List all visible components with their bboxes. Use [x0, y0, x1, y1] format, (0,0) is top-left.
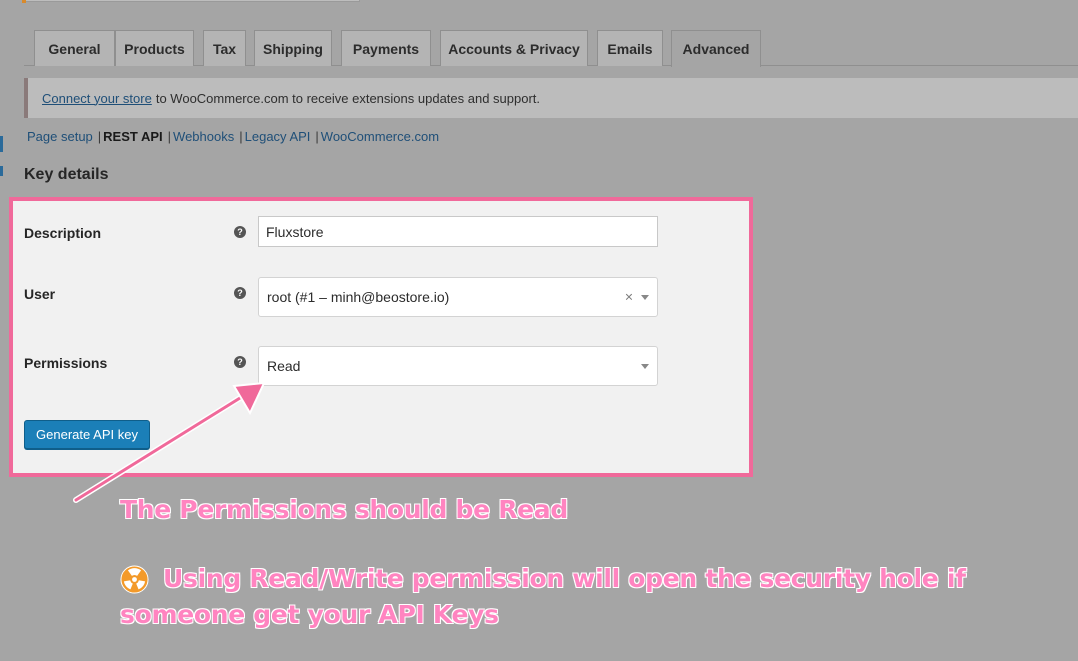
annotation-line-3: someone get your API Keys [120, 600, 500, 630]
annotation-line-2: Using Read/Write permission will open th… [163, 564, 967, 594]
annotation-line-1: The Permissions should be Read [120, 495, 569, 525]
radioactive-icon [120, 565, 149, 594]
annotation-arrow [73, 381, 266, 503]
